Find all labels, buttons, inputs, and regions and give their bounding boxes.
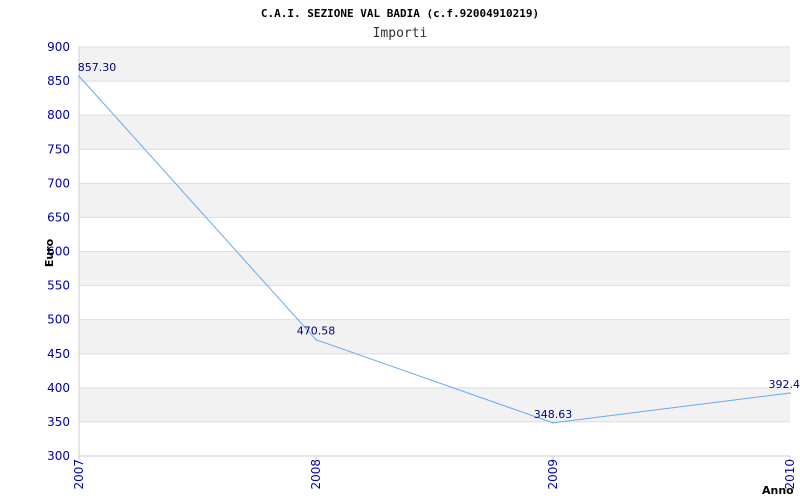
chart-subtitle: Importi [373,26,428,41]
y-tick-label: 500 [47,313,70,327]
grid-band [79,353,790,388]
grid-band [79,149,790,184]
y-tick-label: 750 [47,142,70,156]
y-tick-label: 450 [47,347,70,361]
x-tick-label: 2009 [546,459,560,490]
y-tick-label: 850 [47,74,70,88]
y-tick-label: 400 [47,381,70,395]
data-point [315,338,317,341]
y-tick-label: 700 [47,176,70,190]
grid-band [79,251,790,286]
grid-band [79,319,790,354]
x-tick-labels: 2007 2008 2009 2010 [72,459,797,490]
data-label: 348.63 [534,408,573,421]
grid-band [79,421,790,456]
y-axis-label: Euro [43,238,56,267]
y-tick-label: 350 [47,415,70,429]
data-point [78,75,80,77]
x-tick-label: 2008 [309,459,323,490]
grid-band [79,47,790,82]
data-label: 470.58 [297,325,336,338]
y-tick-label: 900 [47,40,70,54]
line-chart: 300350400450500550600650700750800850900 … [43,7,800,497]
x-tick-label: 2007 [72,459,86,490]
grid-band [79,81,790,116]
grid-band [79,387,790,422]
y-tick-label: 650 [47,210,70,224]
y-tick-label: 800 [47,108,70,122]
y-tick-label: 550 [47,279,70,293]
data-point [789,392,791,394]
data-point [552,422,554,424]
data-label: 392.4 [769,378,800,391]
y-tick-label: 300 [47,449,70,463]
x-axis-label: Anno [762,484,794,497]
grid-band [79,183,790,218]
grid-band [79,115,790,150]
chart-title: C.A.I. SEZIONE VAL BADIA (c.f.9200491021… [261,7,539,20]
chart-container: 300 350 400 450 500 550 600 650 700 750 800 850 900 … [0,0,800,500]
grid-band [79,217,790,252]
grid-band [79,285,790,320]
data-label: 857.30 [78,61,117,74]
